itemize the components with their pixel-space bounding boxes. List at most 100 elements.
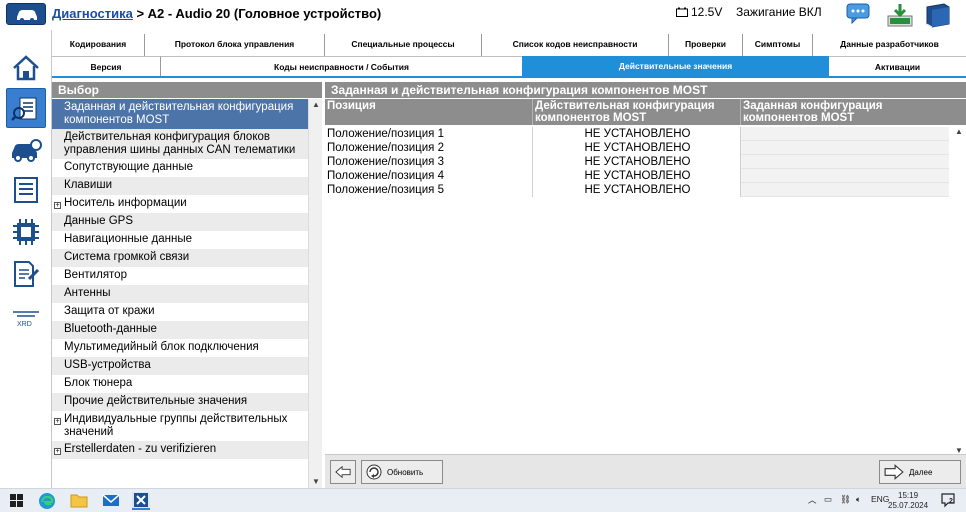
scroll-up-icon[interactable]: ▲ — [955, 127, 963, 136]
battery-icon — [676, 7, 688, 17]
clock-time: 15:19 — [898, 491, 919, 500]
list-item-label: Данные GPS — [64, 215, 134, 227]
col-target-config: Заданная конфигурация компонентов MOST — [743, 100, 883, 124]
car-settings-icon[interactable] — [10, 134, 42, 166]
document-tools-icon[interactable] — [10, 258, 42, 290]
tab-symptoms[interactable]: Симптомы — [742, 34, 812, 56]
tab-fault-code-list[interactable]: Список кодов неисправности — [481, 34, 668, 56]
cell-target-config — [741, 127, 949, 141]
expand-plus-icon[interactable]: + — [54, 448, 61, 455]
tray-chevron-up-icon[interactable]: ︿ — [808, 494, 817, 506]
list-item-label: USB-устройства — [64, 359, 151, 371]
cell-target-config — [741, 169, 949, 183]
tab-developer-data[interactable]: Данные разработчиков — [812, 34, 966, 56]
table-row[interactable]: Положение/позиция 2 НЕ УСТАНОВЛЕНО — [325, 141, 950, 155]
list-item[interactable]: Данные GPS — [52, 213, 308, 231]
tray-network-icon[interactable]: ⛓ — [840, 494, 851, 505]
table-row[interactable]: Положение/позиция 4 НЕ УСТАНОВЛЕНО — [325, 169, 950, 183]
manual-book-icon[interactable] — [924, 2, 950, 28]
breadcrumb-link-diagnostics[interactable]: Диагностика — [52, 6, 133, 21]
list-item[interactable]: Навигационные данные — [52, 231, 308, 249]
list-item-label: Клавиши — [64, 179, 112, 191]
mail-icon[interactable] — [102, 492, 120, 510]
download-icon[interactable] — [886, 2, 913, 27]
scroll-up-icon[interactable]: ▲ — [312, 101, 320, 109]
control-units-icon[interactable] — [10, 216, 42, 248]
list-item-label: Bluetooth-данные — [64, 323, 157, 335]
list-item[interactable]: + Носитель информации — [52, 195, 308, 213]
refresh-button[interactable]: Обновить — [361, 460, 443, 484]
table-header: Позиция Действительная конфигурация комп… — [325, 99, 966, 125]
language-indicator[interactable]: ENG — [871, 494, 889, 504]
tab-version[interactable]: Версия — [52, 56, 160, 78]
col-actual-config: Действительная конфигурация компонентов … — [535, 100, 715, 124]
list-item[interactable]: Вентилятор — [52, 267, 308, 285]
table-row[interactable]: Положение/позиция 3 НЕ УСТАНОВЛЕНО — [325, 155, 950, 169]
list-item-label: Навигационные данные — [64, 233, 193, 245]
tab-codings[interactable]: Кодирования — [52, 34, 144, 56]
vehicle-icon[interactable] — [6, 3, 46, 25]
list-item-label: Вентилятор — [64, 269, 127, 281]
windows-taskbar: ︿ ▭ ⛓ 🔈︎ ENG 15:19 25.07.2024 2 — [0, 488, 966, 512]
list-item[interactable]: Антенны — [52, 285, 308, 303]
values-panel: Заданная и действительная конфигурация к… — [325, 82, 966, 488]
left-nav-rail: XRD — [0, 30, 52, 488]
cell-actual-config: НЕ УСТАНОВЛЕНО — [584, 156, 691, 168]
tab-fault-codes-events[interactable]: Коды неисправности / События — [160, 56, 522, 78]
list-item[interactable]: Сопутствующие данные — [52, 159, 308, 177]
edge-browser-icon[interactable] — [38, 492, 56, 510]
back-button[interactable] — [330, 460, 356, 484]
list-item-label: Носитель информации — [64, 197, 187, 209]
tab-special-procedures[interactable]: Специальные процессы — [324, 34, 481, 56]
next-button[interactable]: Далее — [879, 460, 961, 484]
system-clock[interactable]: 15:19 25.07.2024 — [888, 491, 928, 511]
tab-checks[interactable]: Проверки — [668, 34, 742, 56]
list-item[interactable]: Заданная и действительная конфигурация к… — [52, 99, 308, 129]
scroll-down-icon[interactable]: ▼ — [312, 478, 320, 486]
list-item[interactable]: Система громкой связи — [52, 249, 308, 267]
list-item-label: Прочие действительные значения — [64, 395, 248, 407]
cell-target-config — [741, 141, 949, 155]
cell-target-config — [741, 155, 949, 169]
tab-control-unit-log[interactable]: Протокол блока управления — [144, 34, 324, 56]
list-item-label: Заданная и действительная конфигурация к… — [64, 101, 294, 126]
tray-volume-icon[interactable]: 🔈︎ — [856, 494, 861, 505]
list-item[interactable]: Мультимедийный блок подключения — [52, 339, 308, 357]
notifications-count: 2 — [949, 498, 953, 505]
cell-position: Положение/позиция 1 — [327, 128, 444, 140]
table-row[interactable]: Положение/позиция 1 НЕ УСТАНОВЛЕНО — [325, 127, 950, 141]
breadcrumb: Диагностика > A2 - Audio 20 (Головное ус… — [52, 6, 381, 21]
list-item[interactable]: + Erstellerdaten - zu verifizieren — [52, 441, 308, 459]
list-item[interactable]: Bluetooth-данные — [52, 321, 308, 339]
home-icon[interactable] — [10, 52, 42, 84]
tab-actual-values[interactable]: Действительные значения — [522, 56, 829, 78]
list-item[interactable]: Блок тюнера — [52, 375, 308, 393]
clock-date: 25.07.2024 — [888, 501, 929, 510]
list-item[interactable]: Действительная конфигурация блоков управ… — [52, 129, 308, 159]
windows-start-icon[interactable] — [8, 492, 26, 510]
xrd-icon[interactable]: XRD — [10, 302, 42, 334]
diagnostics-icon[interactable] — [6, 88, 46, 128]
svg-text:XRD: XRD — [17, 321, 32, 328]
list-item[interactable]: Клавиши — [52, 177, 308, 195]
table-row[interactable]: Положение/позиция 5 НЕ УСТАНОВЛЕНО — [325, 183, 950, 197]
list-item[interactable]: + Индивидуальные группы действительных зн… — [52, 411, 308, 441]
values-panel-title: Заданная и действительная конфигурация к… — [325, 82, 966, 98]
tab-activations[interactable]: Активации — [829, 56, 966, 78]
xentry-app-icon[interactable] — [132, 492, 150, 510]
tab-bar: Кодирования Протокол блока управления Сп… — [52, 30, 966, 78]
file-explorer-icon[interactable] — [70, 492, 88, 510]
notifications-icon[interactable]: 2 — [940, 492, 956, 510]
expand-plus-icon[interactable]: + — [54, 202, 61, 209]
selection-list: Заданная и действительная конфигурация к… — [52, 99, 308, 471]
expand-plus-icon[interactable]: + — [54, 418, 61, 425]
list-item[interactable]: Прочие действительные значения — [52, 393, 308, 411]
tray-display-icon[interactable]: ▭ — [824, 494, 832, 505]
list-item-label: Антенны — [64, 287, 111, 299]
list-item[interactable]: Защита от кражи — [52, 303, 308, 321]
values-scrollbar[interactable]: ▲ ▼ — [952, 127, 966, 455]
selection-scrollbar[interactable]: ▲ ▼ — [308, 99, 322, 488]
chat-icon[interactable] — [846, 2, 872, 26]
list-item[interactable]: USB-устройства — [52, 357, 308, 375]
list-icon[interactable] — [10, 174, 42, 206]
